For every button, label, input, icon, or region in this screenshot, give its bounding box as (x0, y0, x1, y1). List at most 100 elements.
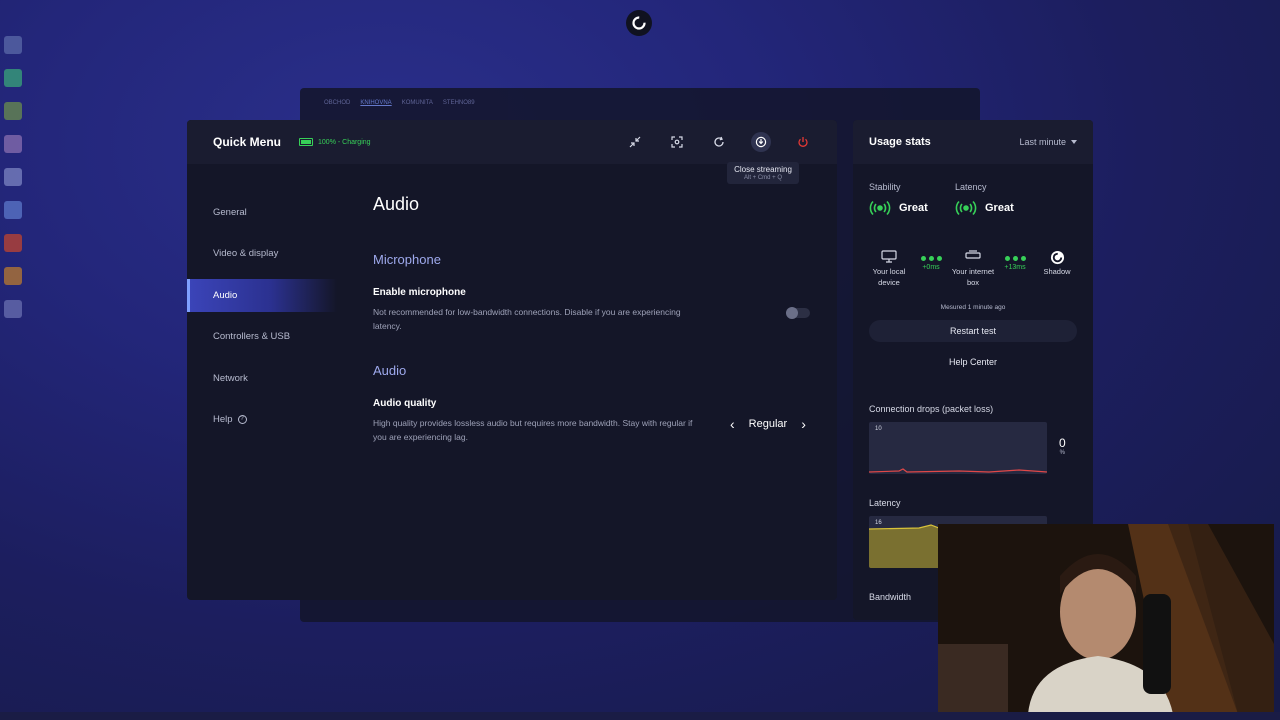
sidebar-item-network[interactable]: Network (187, 362, 337, 395)
quick-menu-title: Quick Menu (213, 135, 282, 149)
drops-unit: % (1059, 450, 1066, 456)
period-dropdown[interactable]: Last minute (1019, 137, 1077, 147)
streamer-camera-image (938, 524, 1274, 714)
measured-time: Mesured 1 minute ago (940, 304, 1006, 311)
network-route: Your local device +0ms Your internet box… (865, 250, 1081, 288)
sidebar-item-general[interactable]: General (187, 196, 337, 229)
route-shadow: Shadow (1033, 250, 1081, 277)
stability-label: Stability (869, 182, 901, 192)
chevron-down-icon (1071, 140, 1077, 144)
graph-max: 16 (875, 520, 882, 526)
chevron-right-icon[interactable]: › (801, 416, 806, 432)
close-streaming-icon[interactable] (751, 132, 771, 152)
bg-tab: STEHNO89 (442, 100, 475, 106)
enable-microphone-toggle[interactable] (786, 307, 810, 319)
question-icon: ? (237, 414, 247, 424)
period-value: Last minute (1019, 137, 1066, 147)
stability-stat: Stability Great (869, 182, 928, 216)
bg-tab: KNIHOVNA (360, 100, 392, 106)
audio-quality-label: Audio quality (373, 398, 437, 409)
usage-stats-title: Usage stats (869, 136, 931, 148)
desktop-shortcut-icon[interactable] (4, 135, 22, 153)
quick-menu-header: Quick Menu 100% - Charging (187, 120, 837, 164)
tooltip-title: Close streaming (734, 165, 792, 174)
close-streaming-tooltip: Close streaming Alt + Cmd + Q (727, 162, 799, 184)
sidebar-item-controllers-usb[interactable]: Controllers & USB (187, 320, 337, 353)
sidebar-item-label: Help (213, 413, 233, 425)
audio-quality-value: Regular (748, 418, 788, 430)
webcam-overlay (938, 524, 1274, 714)
router-icon (965, 250, 981, 259)
shadow-logo-icon[interactable] (626, 10, 652, 36)
quick-menu-toolbar (625, 132, 813, 152)
chevron-left-icon[interactable]: ‹ (730, 416, 735, 432)
bg-tab: KOMUNITA (401, 100, 433, 106)
desktop-shortcut-icon[interactable] (4, 267, 22, 285)
enable-microphone-label: Enable microphone (373, 287, 466, 298)
signal-icon (955, 200, 977, 216)
sidebar-item-audio[interactable]: Audio (187, 278, 337, 312)
latency-stat: Latency Great (955, 182, 1014, 216)
connection-drops-label: Connection drops (packet loss) (869, 404, 994, 414)
settings-content: Audio Microphone Enable microphone Not r… (373, 194, 813, 444)
sidebar-item-help[interactable]: Help? (187, 403, 337, 436)
graph-max: 10 (875, 426, 882, 432)
sidebar-item-video-display[interactable]: Video & display (187, 237, 337, 270)
route-hop: +0ms (914, 250, 948, 271)
usage-stats-header: Usage stats Last minute (853, 120, 1093, 164)
connection-drops-graph: 10 (869, 422, 1047, 474)
bandwidth-label: Bandwidth (869, 592, 912, 602)
desktop-shortcut-icon[interactable] (4, 300, 22, 318)
route-internet-label: Your internet box (951, 267, 995, 287)
restart-test-button[interactable]: Restart test (869, 320, 1077, 342)
desktop-shortcut-icon[interactable] (4, 201, 22, 219)
latency-label: Latency (955, 182, 987, 192)
minimize-arrows-icon[interactable] (625, 132, 645, 152)
background-window-tabs: OBCHOD KNIHOVNA KOMUNITA STEHNO89 (324, 100, 475, 106)
signal-icon (869, 200, 891, 216)
enable-microphone-description: Not recommended for low-bandwidth connec… (373, 307, 681, 331)
sidebar-item-label: Video & display (213, 248, 279, 260)
sidebar-item-label: Network (213, 372, 248, 384)
battery-icon (299, 138, 314, 146)
battery-text: 100% - Charging (318, 138, 371, 146)
tooltip-shortcut: Alt + Cmd + Q (743, 175, 782, 181)
microphone-section-title: Microphone (373, 252, 441, 267)
refresh-icon[interactable] (709, 132, 729, 152)
desktop-shortcut-icon[interactable] (4, 168, 22, 186)
connection-drops-value: 0 % (1059, 436, 1066, 456)
screenshot-icon[interactable] (667, 132, 687, 152)
sidebar-item-label: Audio (213, 289, 238, 301)
route-hop: +13ms (998, 250, 1032, 271)
quick-menu-window: Quick Menu 100% - Charging Close streami… (187, 120, 837, 600)
shadow-logo-icon (1050, 250, 1064, 265)
desktop-icons (2, 36, 24, 333)
latency-graph-label: Latency (869, 498, 901, 508)
bg-tab: OBCHOD (324, 100, 351, 106)
help-center-button[interactable]: Help Center (869, 352, 1077, 372)
taskbar (0, 712, 1280, 720)
desktop-shortcut-icon[interactable] (4, 234, 22, 252)
route-local-device: Your local device (865, 250, 913, 288)
route-shadow-label: Shadow (1043, 267, 1071, 276)
hop-latency: +13ms (1004, 264, 1026, 271)
audio-quality-description: High quality provides lossless audio but… (373, 418, 693, 442)
hop-latency: +0ms (922, 264, 940, 271)
audio-quality-picker: ‹ Regular › (730, 416, 806, 432)
packet-loss-line (869, 468, 1047, 473)
stability-value: Great (899, 202, 928, 214)
sidebar-item-label: General (213, 207, 247, 218)
battery-status: 100% - Charging (299, 138, 371, 146)
desktop-shortcut-icon[interactable] (4, 69, 22, 87)
route-local-label: Your local device (872, 267, 906, 287)
computer-icon (881, 250, 897, 263)
settings-sidebar: General Video & display Audio Controller… (187, 196, 337, 444)
power-icon[interactable] (793, 132, 813, 152)
page-title: Audio (373, 194, 420, 214)
drops-number: 0 (1059, 436, 1066, 450)
sidebar-item-label: Controllers & USB (213, 331, 291, 343)
latency-value: Great (985, 202, 1014, 214)
route-internet-box: Your internet box (949, 250, 997, 288)
desktop-shortcut-icon[interactable] (4, 102, 22, 120)
desktop-shortcut-icon[interactable] (4, 36, 22, 54)
